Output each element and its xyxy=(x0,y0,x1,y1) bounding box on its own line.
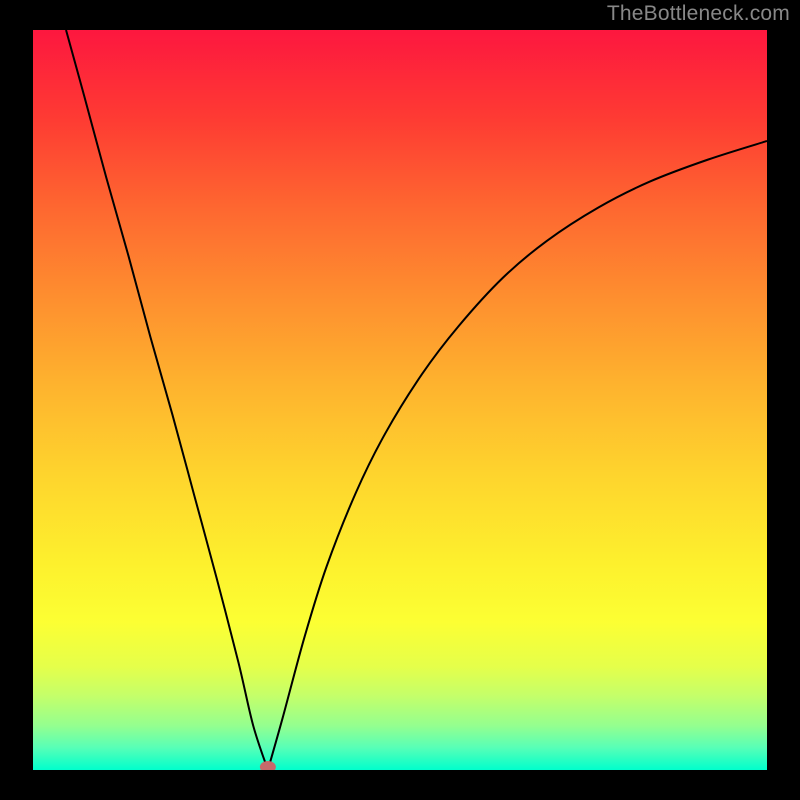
chart-svg xyxy=(33,30,767,770)
watermark-text: TheBottleneck.com xyxy=(607,2,790,26)
left-branch-curve xyxy=(66,30,268,770)
chart-container: TheBottleneck.com xyxy=(0,0,800,800)
plot-area xyxy=(33,30,767,770)
minimum-marker xyxy=(260,761,276,770)
right-branch-curve xyxy=(268,141,767,770)
